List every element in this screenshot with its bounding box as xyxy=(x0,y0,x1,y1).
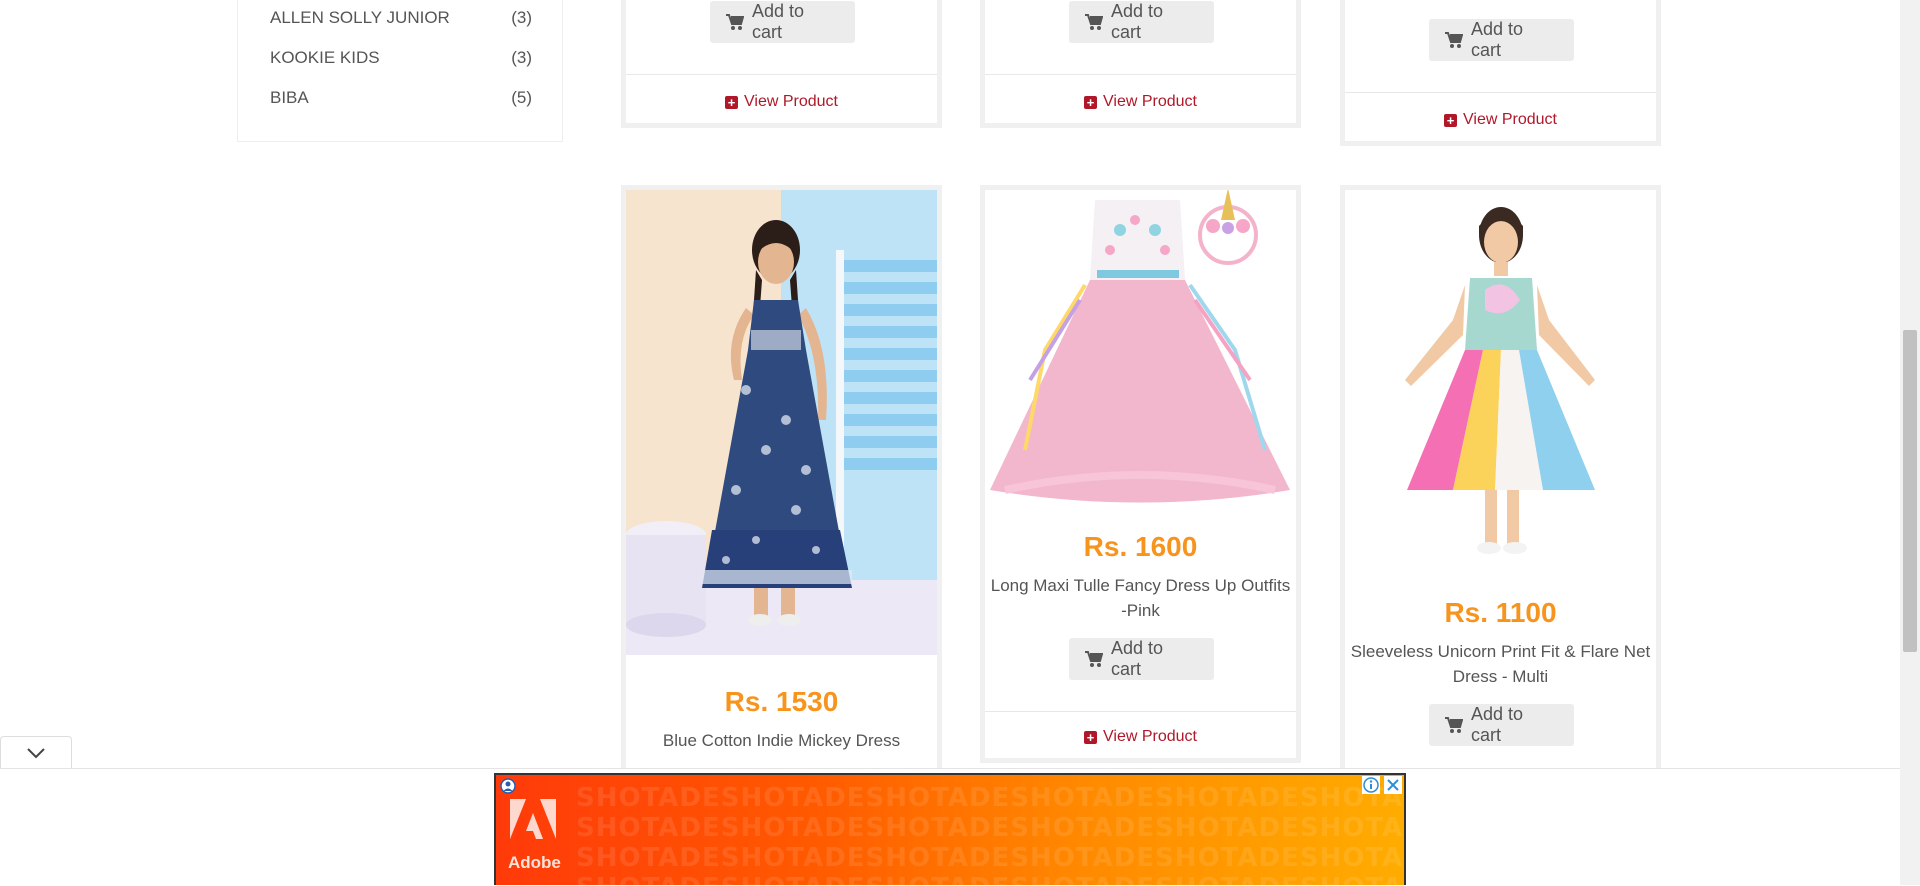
add-to-cart-button[interactable]: Add to cart xyxy=(1429,704,1574,746)
page-scrollbar[interactable] xyxy=(1900,0,1920,885)
ad-collapse-toggle[interactable] xyxy=(0,736,72,768)
product-image[interactable] xyxy=(985,190,1296,510)
brand-count: (5) xyxy=(511,88,532,107)
product-image[interactable] xyxy=(1345,190,1656,570)
cart-icon xyxy=(1085,13,1103,30)
cart-icon xyxy=(726,13,744,30)
add-to-cart-button[interactable]: Add to cart xyxy=(1069,638,1214,680)
plus-icon: + xyxy=(1084,730,1097,744)
add-to-cart-button[interactable]: Add to cart xyxy=(1429,19,1574,61)
view-product-link[interactable]: + View Product xyxy=(626,93,937,111)
product-name-line-1: Sleeveless Unicorn Print Fit & Flare Net xyxy=(1350,642,1651,661)
brand-name: KOOKIE KIDS xyxy=(270,48,380,67)
product-name[interactable]: Sleeveless Unicorn Print Fit & Flare Net… xyxy=(1345,639,1656,689)
product-name[interactable]: Long Maxi Tulle Fancy Dress Up Outfits -… xyxy=(985,573,1296,623)
divider xyxy=(985,711,1296,712)
plus-icon: + xyxy=(1444,113,1457,127)
brand-item-kookie-kids[interactable]: KOOKIE KIDS (3) xyxy=(270,46,532,70)
view-product-label: View Product xyxy=(744,93,838,110)
brand-count: (3) xyxy=(511,48,532,67)
add-to-cart-button[interactable]: Add to cart xyxy=(1069,1,1214,43)
ad-privacy-icon[interactable] xyxy=(500,778,516,794)
plus-icon: + xyxy=(725,95,738,109)
adobe-logo-icon xyxy=(510,799,556,839)
ad-close-icon[interactable] xyxy=(1384,776,1402,794)
brand-item-biba[interactable]: BIBA (5) xyxy=(270,86,532,110)
product-price: Rs. 1530 xyxy=(724,686,839,717)
chevron-down-icon xyxy=(27,748,45,759)
divider xyxy=(985,74,1296,75)
plus-icon: + xyxy=(1084,95,1097,109)
add-to-cart-label: Add to cart xyxy=(1470,704,1524,745)
add-to-cart-label: Add to cart xyxy=(1110,638,1164,679)
product-card-unicorn-dress: Rs. 1100 Sleeveless Unicorn Print Fit & … xyxy=(1340,185,1661,785)
product-name-line-1: Long Maxi Tulle Fancy Dress Up Outfits xyxy=(990,576,1291,595)
ad-background-pattern: SHOTADESHOTADESHOTADESHOTADESHOTADESHOTA… xyxy=(576,783,1404,885)
product-price: Rs. 1100 xyxy=(1444,597,1557,628)
view-product-link[interactable]: + View Product xyxy=(1345,111,1656,129)
view-product-link[interactable]: + View Product xyxy=(985,728,1296,746)
ad-info-icon[interactable] xyxy=(1362,776,1380,794)
scrollbar-thumb[interactable] xyxy=(1903,330,1917,652)
ad-brand-label: Adobe xyxy=(508,853,561,872)
cart-icon xyxy=(1445,716,1463,733)
cart-icon xyxy=(1445,31,1463,48)
product-card-blue-mickey-dress: Rs. 1530 Blue Cotton Indie Mickey Dress xyxy=(621,185,942,785)
ad-banner[interactable]: SHOTADESHOTADESHOTADESHOTADESHOTADESHOTA… xyxy=(494,773,1406,885)
view-product-label: View Product xyxy=(1103,728,1197,745)
view-product-link[interactable]: + View Product xyxy=(985,93,1296,111)
brand-item-allen-solly-junior[interactable]: ALLEN SOLLY JUNIOR (3) xyxy=(270,6,532,30)
product-name[interactable]: Blue Cotton Indie Mickey Dress xyxy=(626,728,937,753)
divider xyxy=(1345,92,1656,93)
brand-count: (3) xyxy=(511,8,532,27)
add-to-cart-label: Add to cart xyxy=(1110,1,1164,42)
brand-name: ALLEN SOLLY JUNIOR xyxy=(270,8,450,27)
product-name-line-2: -Pink xyxy=(1121,601,1160,620)
cart-icon xyxy=(1085,650,1103,667)
add-to-cart-button[interactable]: Add to cart xyxy=(710,1,855,43)
brand-filter-panel: ALLEN SOLLY JUNIOR (3) KOOKIE KIDS (3) B… xyxy=(237,0,563,142)
product-price: Rs. 1600 xyxy=(1083,531,1198,562)
product-card-pink-tulle-dress: Rs. 1600 Long Maxi Tulle Fancy Dress Up … xyxy=(980,185,1301,763)
add-to-cart-label: Add to cart xyxy=(1470,19,1524,60)
product-card-top-2: Add to cart + View Product xyxy=(980,0,1301,128)
product-image[interactable] xyxy=(626,190,937,655)
view-product-label: View Product xyxy=(1463,111,1557,128)
add-to-cart-label: Add to cart xyxy=(751,1,805,42)
product-name-line-2: Dress - Multi xyxy=(1452,667,1549,686)
product-card-top-3: Add to cart + View Product xyxy=(1340,0,1661,146)
view-product-label: View Product xyxy=(1103,93,1197,110)
brand-name: BIBA xyxy=(270,88,309,107)
divider xyxy=(626,74,937,75)
product-card-top-1: Add to cart + View Product xyxy=(621,0,942,128)
